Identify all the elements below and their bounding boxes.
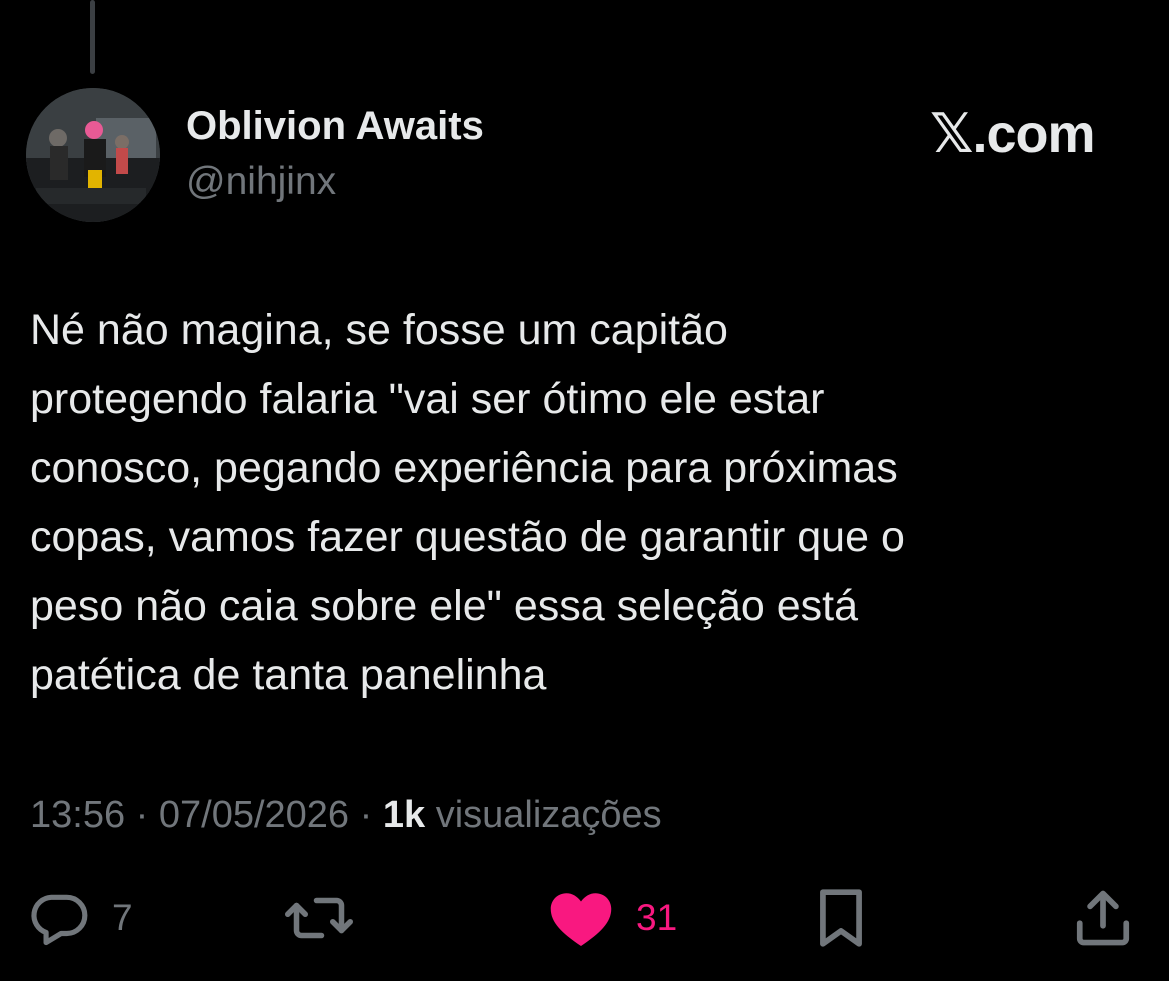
post-text: Né não magina, se fosse um capitão prote…: [30, 306, 905, 699]
reply-icon: [28, 887, 90, 949]
avatar[interactable]: [26, 88, 160, 222]
author-name[interactable]: Oblivion Awaits: [186, 104, 484, 149]
bookmark-button[interactable]: [812, 886, 870, 950]
avatar-image: [26, 88, 160, 222]
views-count: 1k: [382, 794, 426, 836]
post-meta: 13:56 · 07/05/2026 · 1k visualizações: [30, 794, 662, 837]
post-time[interactable]: 13:56: [30, 794, 125, 836]
post-date[interactable]: 07/05/2026: [159, 794, 349, 836]
reply-count: 7: [112, 897, 133, 938]
views-label: visualizações: [435, 794, 662, 836]
thread-connector-line: [90, 0, 95, 74]
bookmark-icon: [812, 887, 870, 949]
meta-separator: ·: [359, 794, 373, 836]
share-button[interactable]: [1072, 886, 1134, 950]
reply-button[interactable]: 7: [28, 886, 133, 950]
like-icon: [548, 887, 614, 949]
brand-logo: 𝕏.com: [930, 104, 1096, 164]
repost-icon: [284, 887, 354, 949]
like-count: 31: [636, 897, 678, 938]
meta-separator: ·: [135, 794, 149, 836]
like-button[interactable]: 31: [548, 886, 677, 950]
author-handle[interactable]: @nihjinx: [186, 160, 336, 204]
repost-button[interactable]: [284, 886, 354, 950]
share-icon: [1072, 887, 1134, 949]
